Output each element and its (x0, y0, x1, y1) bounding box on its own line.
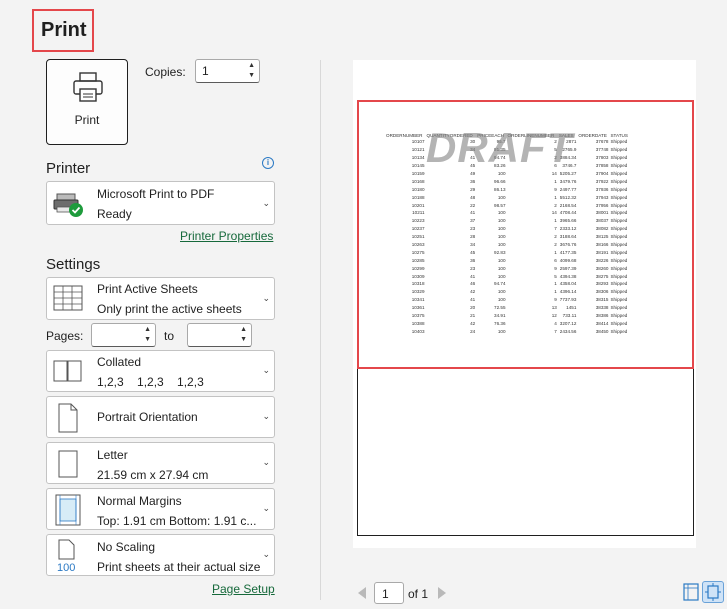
portrait-page-icon (58, 403, 78, 433)
print-button-label: Print (74, 113, 100, 127)
scaling-subtitle: Print sheets at their actual size (97, 560, 261, 574)
paper-subtitle: 21.59 cm x 27.94 cm (97, 468, 209, 482)
stepper-arrows-icon[interactable]: ▲ ▼ (240, 325, 247, 345)
collation-subtitle: 1,2,3 1,2,3 1,2,3 (97, 375, 204, 389)
margins-dropdown[interactable]: Normal Margins Top: 1.91 cm Bottom: 1.91… (46, 488, 275, 530)
margins-icon (55, 494, 81, 526)
printer-properties-link[interactable]: Printer Properties (180, 229, 273, 243)
chevron-down-icon: ⌄ (262, 293, 270, 303)
pages-to-input[interactable]: ▲ ▼ (187, 323, 252, 347)
zoom-to-page-icon (705, 583, 721, 601)
print-scope-dropdown[interactable]: Print Active Sheets Only print the activ… (46, 277, 275, 320)
orientation-title: Portrait Orientation (97, 410, 198, 424)
collation-dropdown[interactable]: Collated 1,2,3 1,2,3 1,2,3 ⌄ (46, 350, 275, 392)
printer-name: Microsoft Print to PDF (97, 187, 215, 201)
pages-label: Pages: (46, 329, 84, 343)
zoom-to-page-button[interactable] (702, 581, 724, 603)
copies-value: 1 (202, 64, 209, 78)
page-title: Print (41, 19, 87, 41)
collation-title: Collated (97, 355, 142, 369)
settings-heading: Settings (46, 256, 101, 273)
margins-title: Normal Margins (97, 494, 182, 508)
preview-highlight (357, 100, 694, 369)
copies-stepper[interactable]: 1 ▲ ▼ (195, 59, 260, 83)
svg-text:100: 100 (57, 562, 75, 573)
panel-divider (320, 60, 321, 600)
chevron-down-icon: ⌄ (262, 503, 270, 513)
margins-subtitle: Top: 1.91 cm Bottom: 1.91 c... (97, 514, 257, 528)
printer-status: Ready (97, 207, 132, 221)
scaling-dropdown[interactable]: 100 No Scaling Print sheets at their act… (46, 534, 275, 576)
scaling-title: No Scaling (97, 540, 156, 554)
info-icon[interactable]: i (262, 157, 274, 169)
show-margins-button[interactable] (680, 581, 702, 603)
scope-title: Print Active Sheets (97, 282, 198, 296)
scaling-page-icon: 100 (57, 539, 75, 573)
next-page-icon[interactable] (438, 587, 446, 599)
margins-view-icon (683, 583, 699, 601)
copies-label: Copies: (145, 65, 186, 79)
chevron-down-icon: ⌄ (262, 549, 270, 559)
pages-from-input[interactable]: ▲ ▼ (91, 323, 156, 347)
page-setup-link[interactable]: Page Setup (212, 582, 275, 596)
chevron-down-icon: ⌄ (262, 198, 270, 208)
print-button[interactable]: Print (46, 59, 128, 145)
paper-title: Letter (97, 448, 128, 462)
sheet-grid-icon (53, 285, 83, 311)
chevron-down-icon: ⌄ (262, 365, 270, 375)
chevron-down-icon: ⌄ (262, 411, 270, 421)
stepper-arrows-icon[interactable]: ▲ ▼ (248, 61, 255, 81)
previous-page-icon[interactable] (358, 587, 366, 599)
stepper-arrows-icon[interactable]: ▲ ▼ (144, 325, 151, 345)
scope-subtitle: Only print the active sheets (97, 302, 242, 316)
printer-heading: Printer (46, 160, 91, 177)
page-count-label: of 1 (408, 587, 429, 601)
pages-to-label: to (164, 329, 175, 343)
printer-icon (73, 72, 103, 102)
paper-size-dropdown[interactable]: Letter 21.59 cm x 27.94 cm ⌄ (46, 442, 275, 484)
current-page-input[interactable]: 1 (374, 582, 404, 604)
printer-dropdown[interactable]: Microsoft Print to PDF Ready ⌄ (46, 181, 275, 225)
collated-icon (53, 360, 82, 382)
printer-ready-icon (53, 193, 83, 217)
orientation-dropdown[interactable]: Portrait Orientation ⌄ (46, 396, 275, 438)
chevron-down-icon: ⌄ (262, 457, 270, 467)
letter-page-icon (58, 450, 78, 478)
